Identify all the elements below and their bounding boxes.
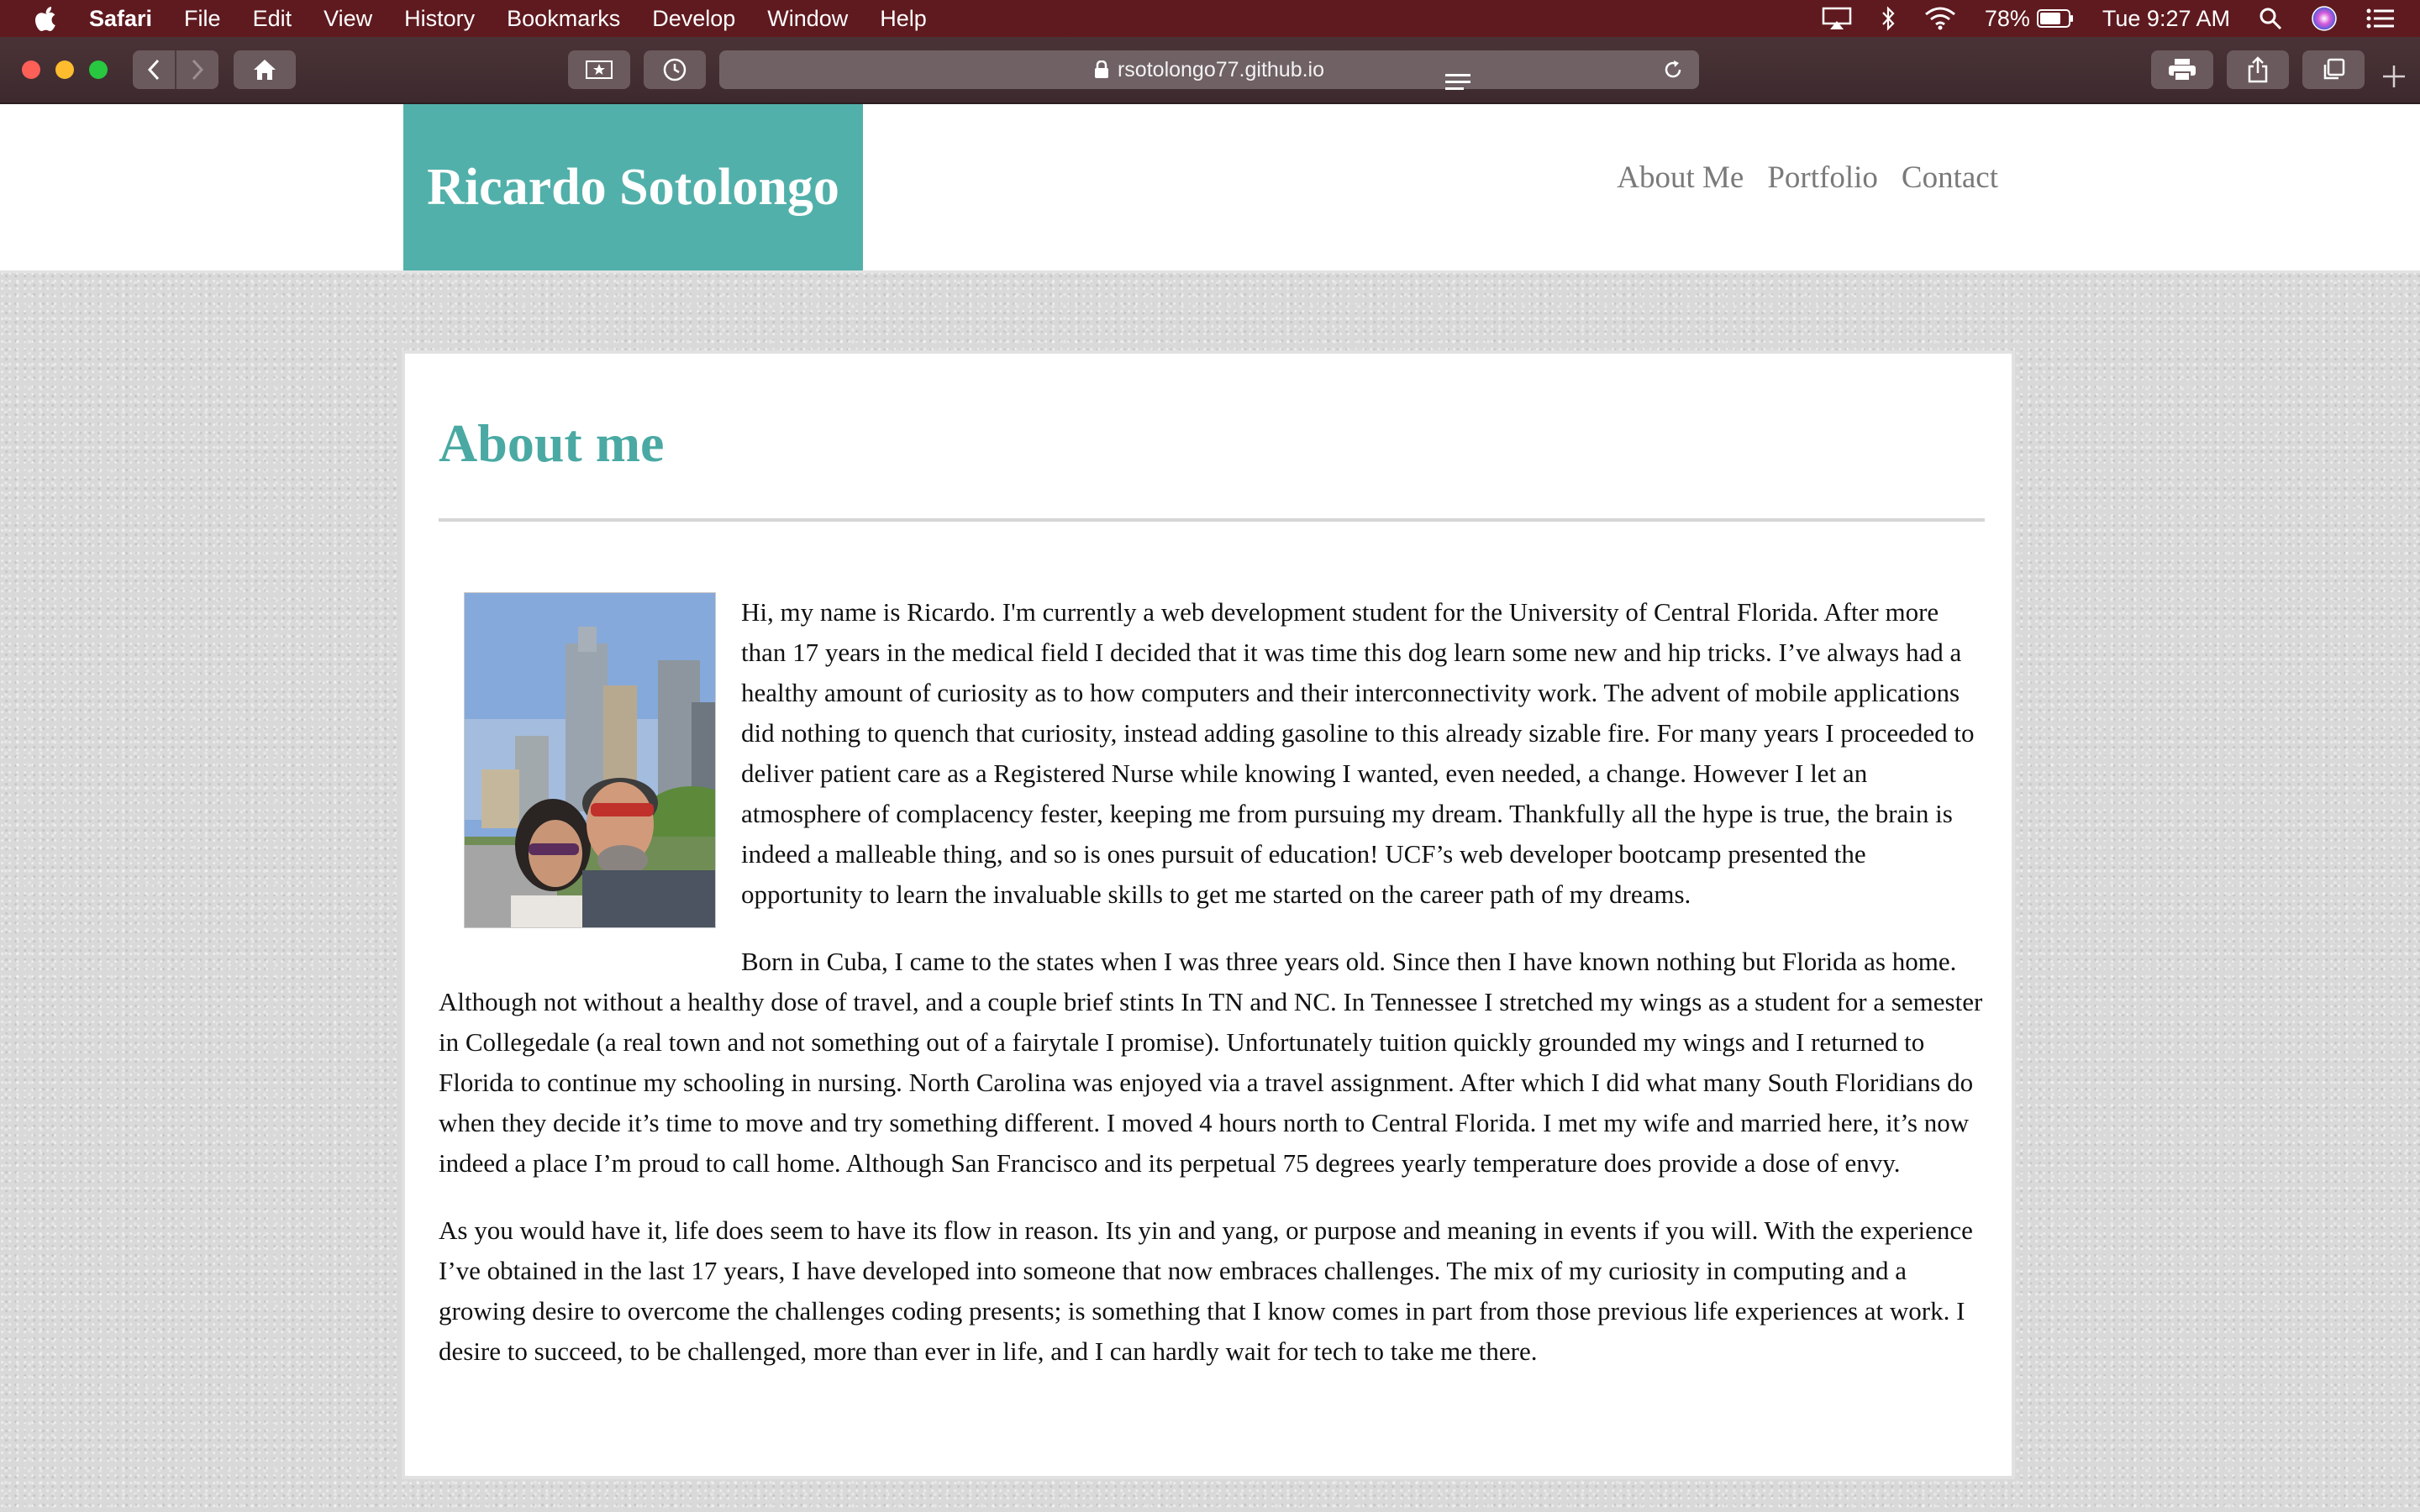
- address-bar[interactable]: rsotolongo77.github.io: [719, 50, 1699, 90]
- spotlight-search-icon[interactable]: [2259, 7, 2282, 30]
- url-text: rsotolongo77.github.io: [1117, 57, 1325, 81]
- share-button[interactable]: [2227, 50, 2289, 89]
- clock-icon: [663, 58, 687, 81]
- apple-icon[interactable]: [34, 4, 59, 33]
- chevron-right-icon: [192, 59, 204, 81]
- menu-view[interactable]: View: [324, 6, 372, 32]
- profile-photo: [464, 592, 716, 928]
- nav-link-contact[interactable]: Contact: [1902, 160, 1998, 196]
- notification-center-icon[interactable]: [2366, 8, 2395, 29]
- history-navigation: [133, 50, 218, 89]
- about-paragraph-3: As you would have it, life does seem to …: [439, 1215, 1973, 1366]
- battery-indicator[interactable]: 78%: [1985, 6, 2074, 32]
- menu-file[interactable]: File: [184, 6, 221, 32]
- clock[interactable]: Tue 9:27 AM: [2102, 6, 2230, 32]
- web-page: Ricardo Sotolongo About Me Portfolio Con…: [0, 104, 2420, 1512]
- bluetooth-icon[interactable]: [1881, 6, 1896, 31]
- top-sites-button[interactable]: [644, 50, 706, 89]
- heading-divider: [439, 518, 1985, 522]
- battery-icon: [2036, 9, 2073, 28]
- window-zoom-button[interactable]: [89, 60, 108, 79]
- share-icon: [2248, 56, 2268, 83]
- site-nav: About Me Portfolio Contact: [1617, 160, 1998, 196]
- tab-overview-button[interactable]: [2302, 50, 2365, 89]
- menu-develop[interactable]: Develop: [652, 6, 735, 32]
- forward-button[interactable]: [175, 50, 218, 89]
- home-icon: [254, 60, 276, 80]
- menu-bar: Safari File Edit View History Bookmarks …: [0, 0, 2420, 37]
- site-brand[interactable]: Ricardo Sotolongo: [403, 104, 863, 270]
- menu-edit[interactable]: Edit: [253, 6, 292, 32]
- menu-help[interactable]: Help: [880, 6, 927, 32]
- menu-history[interactable]: History: [404, 6, 475, 32]
- new-tab-button[interactable]: [2380, 62, 2408, 95]
- about-card: About me Hi, my name is Ricardo. I'm cur…: [402, 350, 2015, 1479]
- battery-percent: 78%: [1984, 5, 2030, 31]
- window-close-button[interactable]: [22, 60, 40, 79]
- nav-link-portfolio[interactable]: Portfolio: [1767, 160, 1878, 196]
- bookmarks-star-icon: [586, 60, 613, 79]
- home-button[interactable]: [234, 50, 296, 89]
- printer-icon: [2169, 59, 2196, 81]
- chevron-left-icon: [147, 59, 160, 81]
- back-button[interactable]: [133, 50, 175, 89]
- airplay-icon[interactable]: [1822, 7, 1852, 30]
- about-content: Hi, my name is Ricardo. I'm currently a …: [439, 592, 1986, 1399]
- siri-icon[interactable]: [2311, 5, 2338, 32]
- window-minimize-button[interactable]: [55, 60, 74, 79]
- plus-icon: [2383, 66, 2405, 87]
- menu-bookmarks[interactable]: Bookmarks: [507, 6, 620, 32]
- print-button[interactable]: [2151, 50, 2213, 89]
- browser-toolbar: rsotolongo77.github.io: [0, 37, 2420, 104]
- reader-view-icon[interactable]: [1445, 72, 1470, 98]
- wifi-icon[interactable]: [1924, 7, 1956, 30]
- about-heading: About me: [439, 413, 665, 473]
- reload-icon[interactable]: [1662, 59, 1684, 87]
- bookmarks-button[interactable]: [568, 50, 630, 89]
- menu-app-name[interactable]: Safari: [89, 6, 152, 32]
- menu-window[interactable]: Window: [767, 6, 848, 32]
- site-header: Ricardo Sotolongo About Me Portfolio Con…: [0, 104, 2420, 273]
- about-paragraph-2: Born in Cuba, I came to the states when …: [439, 947, 1983, 1178]
- lock-icon: [1094, 60, 1109, 79]
- tabs-icon: [2323, 58, 2345, 80]
- nav-link-about-me[interactable]: About Me: [1617, 160, 1744, 196]
